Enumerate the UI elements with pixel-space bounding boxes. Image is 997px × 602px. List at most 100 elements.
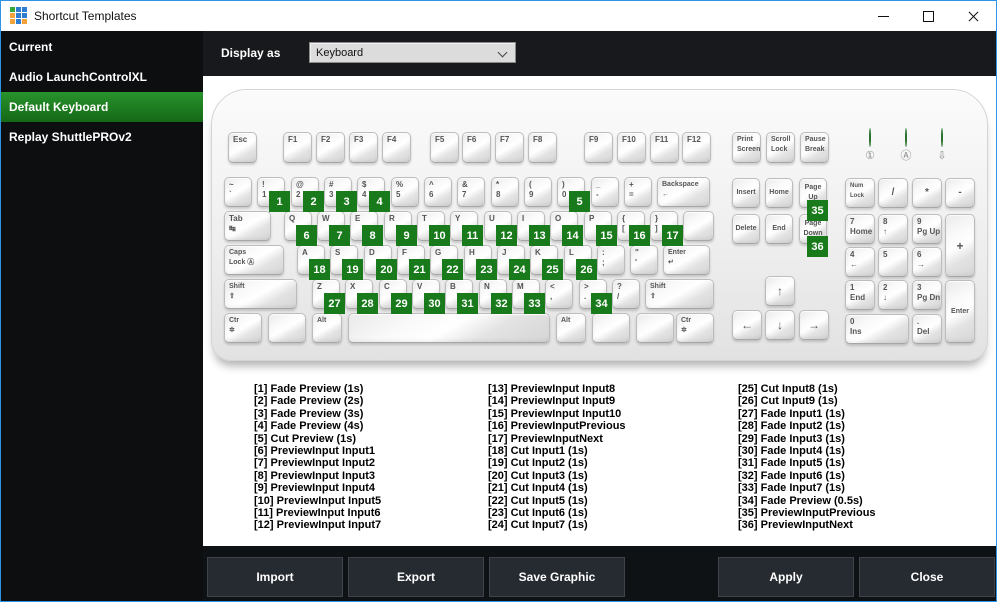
key-right-shift[interactable]: Shift ⇧ <box>645 279 714 309</box>
key-f8[interactable]: F8 <box>528 132 557 163</box>
key-home[interactable]: Home <box>765 178 793 208</box>
key-slash[interactable]: ? / <box>612 279 640 309</box>
key-5[interactable]: % 5 <box>391 177 419 207</box>
key-k[interactable]: K 25 <box>530 245 563 280</box>
key-left-bracket[interactable]: {[16 <box>617 211 650 246</box>
key-y[interactable]: Y 11 <box>450 211 483 246</box>
key-b[interactable]: B 31 <box>445 279 478 314</box>
key-numpad-subtract[interactable]: - <box>945 178 975 208</box>
key-scroll-lock[interactable]: Scroll Lock <box>766 132 795 163</box>
key-g[interactable]: G 22 <box>430 245 463 280</box>
key-backslash[interactable] <box>683 211 714 241</box>
key-h[interactable]: H 23 <box>464 245 497 280</box>
key-backquote[interactable]: ~ ` <box>224 177 252 207</box>
key-4[interactable]: $4 4 <box>357 177 390 212</box>
key-f7[interactable]: F7 <box>495 132 524 163</box>
save-graphic-button[interactable]: Save Graphic <box>489 557 625 597</box>
key-numpad-0[interactable]: 0 Ins <box>845 314 909 344</box>
key-num-lock[interactable]: Num Lock <box>845 178 875 208</box>
key-pause-break[interactable]: Pause Break <box>800 132 829 163</box>
key-n[interactable]: N 32 <box>479 279 512 314</box>
key-arrow-left[interactable]: ← <box>732 310 762 340</box>
key-right-ctrl[interactable]: Ctr ✲ <box>676 313 714 343</box>
key-w[interactable]: W7 <box>317 211 350 246</box>
sidebar-item-default-keyboard[interactable]: Default Keyboard <box>1 92 203 122</box>
key-blank-2[interactable] <box>592 313 630 343</box>
key-numpad-add[interactable]: + <box>945 214 975 277</box>
key-left-ctrl[interactable]: Ctr ✲ <box>224 313 262 343</box>
key-enter[interactable]: Enter ↵ <box>663 245 710 275</box>
key-numpad-3[interactable]: 3 Pg Dn <box>912 280 942 310</box>
key-p[interactable]: P 15 <box>584 211 617 246</box>
key-numpad-5[interactable]: 5 <box>878 247 908 277</box>
key-m[interactable]: M 33 <box>512 279 545 314</box>
key-caps-lock[interactable]: Caps Lock Ⓐ <box>224 245 284 275</box>
key-f11[interactable]: F11 <box>650 132 679 163</box>
key-f1[interactable]: F1 <box>283 132 312 163</box>
key-f2[interactable]: F2 <box>316 132 345 163</box>
sidebar-item-replay-shuttleprov2[interactable]: Replay ShuttlePROv2 <box>1 122 203 152</box>
key-end[interactable]: End <box>765 214 793 244</box>
key-f6[interactable]: F6 <box>462 132 491 163</box>
key-9[interactable]: (9 <box>524 177 552 207</box>
import-button[interactable]: Import <box>207 557 343 597</box>
key-3[interactable]: #3 3 <box>324 177 357 212</box>
key-v[interactable]: V 30 <box>412 279 445 314</box>
key-insert[interactable]: Insert <box>732 178 760 208</box>
key-numpad-enter[interactable]: Enter <box>945 280 975 343</box>
key-numpad-9[interactable]: 9 Pg Up <box>912 214 942 244</box>
key-numpad-dot[interactable]: . Del <box>912 314 942 344</box>
key-right-alt[interactable]: Alt <box>556 313 586 343</box>
minimize-button[interactable] <box>861 1 906 31</box>
export-button[interactable]: Export <box>348 557 484 597</box>
close-action-button[interactable]: Close <box>859 557 995 597</box>
key-semicolon[interactable]: :; <box>597 245 625 275</box>
key-o[interactable]: O 14 <box>550 211 583 246</box>
key-c[interactable]: C 29 <box>379 279 412 314</box>
key-numpad-1[interactable]: 1 End <box>845 280 875 310</box>
key-r[interactable]: R9 <box>384 211 417 246</box>
key-blank-3[interactable] <box>636 313 674 343</box>
key-tab[interactable]: Tab ↹ <box>224 211 271 241</box>
key-e[interactable]: E8 <box>350 211 383 246</box>
key-numpad-6[interactable]: 6 → <box>912 247 942 277</box>
key-numpad-8[interactable]: 8 ↑ <box>878 214 908 244</box>
key-f4[interactable]: F4 <box>382 132 411 163</box>
key-minus[interactable]: _ - <box>591 177 619 207</box>
key-print-screen[interactable]: Print Screen <box>732 132 761 163</box>
key-8[interactable]: * 8 <box>491 177 519 207</box>
close-button[interactable] <box>951 1 996 31</box>
key-quote[interactable]: " ' <box>630 245 658 275</box>
key-left-alt[interactable]: Alt <box>312 313 342 343</box>
key-blank-1[interactable] <box>268 313 306 343</box>
key-j[interactable]: J 24 <box>497 245 530 280</box>
key-delete[interactable]: Delete <box>732 214 760 244</box>
key-backspace[interactable]: Backspace ← <box>657 177 710 207</box>
key-esc[interactable]: Esc <box>228 132 257 163</box>
sidebar-item-audio-launchcontrolxl[interactable]: Audio LaunchControlXL <box>1 62 203 92</box>
key-i[interactable]: I 13 <box>517 211 550 246</box>
key-a[interactable]: A 18 <box>297 245 330 280</box>
key-s[interactable]: S 19 <box>330 245 363 280</box>
key-numpad-divide[interactable]: / <box>878 178 908 208</box>
display-as-dropdown[interactable]: Keyboard <box>309 42 516 63</box>
key-z[interactable]: Z 27 <box>312 279 345 314</box>
sidebar-item-current[interactable]: Current <box>1 32 203 62</box>
key-numpad-7[interactable]: 7 Home <box>845 214 875 244</box>
apply-action-button[interactable]: Apply <box>718 557 854 597</box>
key-period[interactable]: >. 34 <box>579 279 612 314</box>
key-equals[interactable]: + = <box>624 177 652 207</box>
key-d[interactable]: D 20 <box>364 245 397 280</box>
key-numpad-4[interactable]: 4 ← <box>845 247 875 277</box>
key-right-bracket[interactable]: }] 17 <box>650 211 683 246</box>
key-t[interactable]: T 10 <box>417 211 450 246</box>
maximize-button[interactable] <box>906 1 951 31</box>
key-u[interactable]: U 12 <box>484 211 517 246</box>
key-page-up[interactable]: Page Up 35 <box>799 178 828 221</box>
key-1[interactable]: ! 1 1 <box>257 177 290 212</box>
key-f5[interactable]: F5 <box>430 132 459 163</box>
key-f3[interactable]: F3 <box>349 132 378 163</box>
key-x[interactable]: X 28 <box>345 279 378 314</box>
key-l[interactable]: L 26 <box>564 245 597 280</box>
key-f9[interactable]: F9 <box>584 132 613 163</box>
